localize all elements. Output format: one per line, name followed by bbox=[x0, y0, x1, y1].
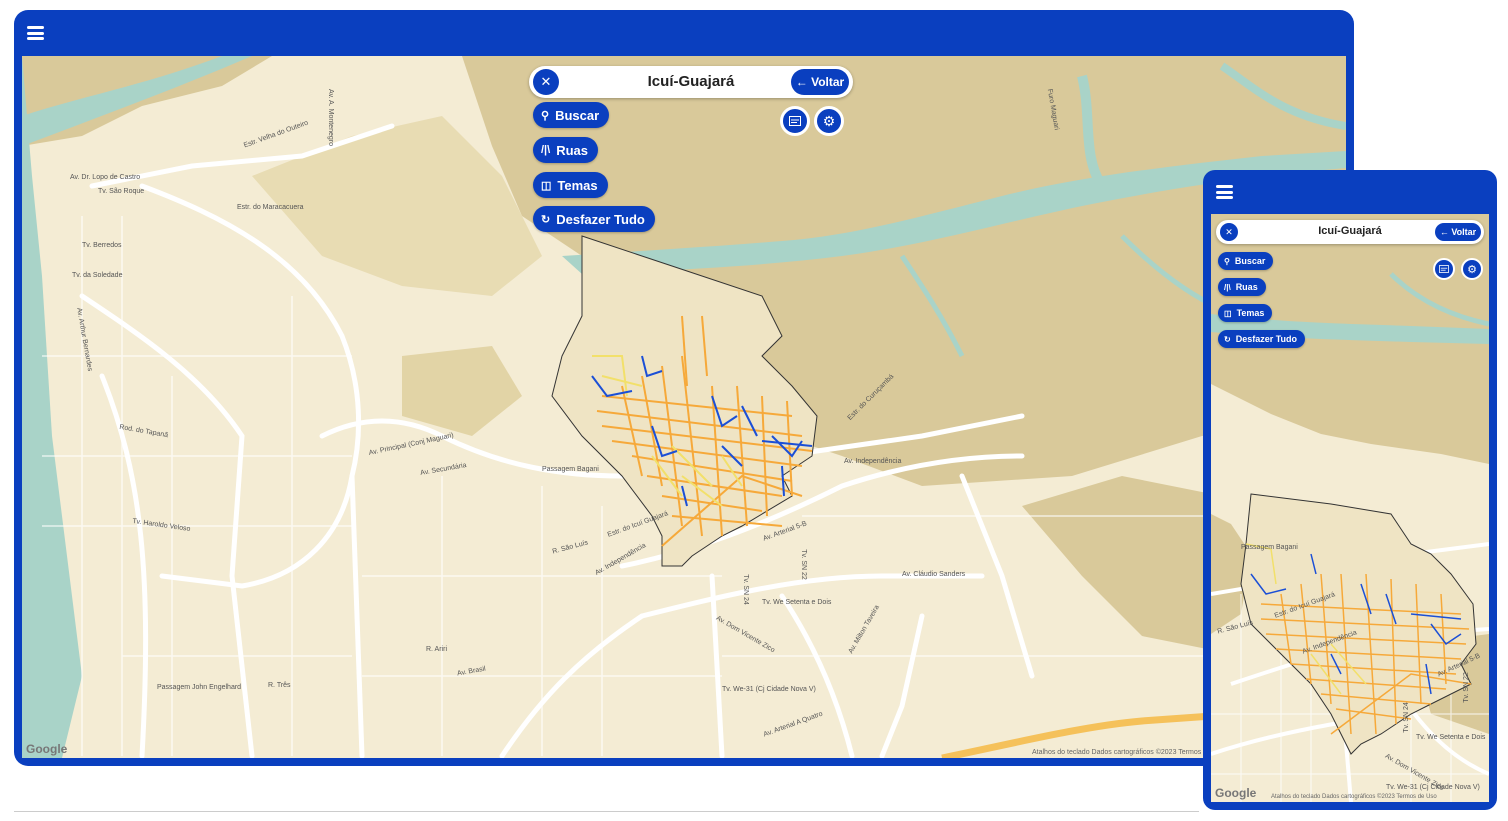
map-label: Av. Cláudio Sanders bbox=[902, 571, 966, 578]
undo-all-button-label: Desfazer Tudo bbox=[556, 211, 645, 227]
map-canvas[interactable]: Estr. Velha do Outeiro Av. A. Montenegro… bbox=[22, 56, 1346, 758]
themes-button-label: Temas bbox=[557, 177, 598, 193]
map-label: Tv. SN 24 bbox=[1402, 702, 1410, 733]
search-button-label: Buscar bbox=[1234, 256, 1266, 266]
legend-icon bbox=[1439, 265, 1449, 273]
top-bar bbox=[14, 10, 1354, 56]
themes-button-label: Temas bbox=[1236, 308, 1265, 318]
streets-button-label: Ruas bbox=[1235, 282, 1258, 292]
undo-all-button-label: Desfazer Tudo bbox=[1235, 334, 1298, 344]
map-graphics bbox=[22, 56, 1346, 758]
layers-icon: ◫ bbox=[541, 179, 552, 192]
mobile-frame: Passagem Bagani Av. Independência R. São… bbox=[1203, 170, 1497, 810]
search-button-label: Buscar bbox=[555, 107, 600, 123]
legend-button[interactable] bbox=[1433, 258, 1455, 280]
google-logo: Google bbox=[1215, 786, 1257, 800]
place-header: ✕ Icuí-Guajará ← Voltar bbox=[529, 66, 853, 98]
search-icon: ⚲ bbox=[541, 109, 550, 122]
map-attribution[interactable]: Atalhos do teclado Dados cartográficos ©… bbox=[1032, 749, 1225, 756]
gear-icon: ⚙ bbox=[822, 112, 836, 129]
back-button[interactable]: ← Voltar bbox=[791, 69, 849, 95]
settings-button[interactable]: ⚙ bbox=[814, 106, 844, 136]
search-button[interactable]: ⚲ Buscar bbox=[1218, 252, 1274, 270]
search-button[interactable]: ⚲ Buscar bbox=[533, 102, 610, 128]
streets-button[interactable]: /|\ Ruas bbox=[533, 137, 598, 163]
map-label: Tv. Berredos bbox=[82, 242, 122, 249]
undo-icon: ↻ bbox=[541, 213, 551, 226]
google-logo: Google bbox=[26, 742, 68, 756]
map-label: Av. Independência bbox=[844, 458, 902, 465]
legend-button[interactable] bbox=[780, 106, 810, 136]
back-button-label: Voltar bbox=[811, 75, 845, 89]
map-attribution[interactable]: Atalhos do teclado Dados cartográficos ©… bbox=[1271, 794, 1437, 800]
settings-button[interactable]: ⚙ bbox=[1461, 258, 1483, 280]
divider bbox=[14, 811, 1199, 812]
place-header: ✕ Icuí-Guajará ← Voltar bbox=[1216, 220, 1484, 244]
map-label: R. Ariri bbox=[426, 646, 447, 653]
layers-icon: ◫ bbox=[1224, 308, 1232, 318]
desktop-frame: Estr. Velha do Outeiro Av. A. Montenegro… bbox=[14, 10, 1354, 766]
legend-icon bbox=[789, 116, 801, 126]
road-icon: /|\ bbox=[541, 144, 551, 156]
map-label: Tv. da Soledade bbox=[72, 272, 123, 279]
map-graphics bbox=[1211, 214, 1489, 802]
map-label: R. Três bbox=[268, 682, 291, 689]
map-label: Tv. SN 22 bbox=[1462, 672, 1470, 703]
undo-all-button[interactable]: ↻ Desfazer Tudo bbox=[533, 206, 655, 232]
map-label: Tv. We-31 (Cj Cidade Nova V) bbox=[722, 686, 816, 693]
map-label: Av. A. Montenegro bbox=[326, 89, 334, 146]
map-label: Av. Dr. Lopo de Castro bbox=[70, 174, 141, 181]
themes-button[interactable]: ◫ Temas bbox=[1218, 304, 1273, 322]
arrow-left-icon: ← bbox=[795, 75, 812, 89]
search-icon: ⚲ bbox=[1224, 256, 1230, 266]
map-label: Passagem John Engelhard bbox=[157, 684, 242, 691]
streets-button[interactable]: /|\ Ruas bbox=[1218, 278, 1266, 296]
map-canvas[interactable]: Passagem Bagani Av. Independência R. São… bbox=[1211, 214, 1489, 802]
map-label: Tv. São Roque bbox=[98, 188, 145, 195]
undo-all-button[interactable]: ↻ Desfazer Tudo bbox=[1218, 330, 1306, 348]
map-label: Passagem Bagani bbox=[1241, 544, 1298, 551]
undo-icon: ↻ bbox=[1224, 334, 1231, 344]
menu-icon[interactable] bbox=[1216, 185, 1233, 199]
arrow-left-icon: ← bbox=[1439, 227, 1452, 237]
back-button[interactable]: ← Voltar bbox=[1435, 223, 1481, 241]
gear-icon: ⚙ bbox=[1467, 263, 1477, 276]
map-label: Estr. do Maracacuera bbox=[237, 204, 304, 211]
map-label: Tv. SN 24 bbox=[741, 574, 749, 605]
map-label: Tv. We-31 (Cj Cidade Nova V) bbox=[1386, 784, 1480, 791]
map-label: Tv. We Setenta e Dois bbox=[762, 599, 832, 606]
road-icon: /|\ bbox=[1224, 282, 1231, 292]
map-label: Tv. SN 22 bbox=[799, 549, 807, 580]
themes-button[interactable]: ◫ Temas bbox=[533, 172, 608, 198]
map-label: Tv. We Setenta e Dois bbox=[1416, 734, 1486, 741]
menu-icon[interactable] bbox=[27, 26, 44, 40]
streets-button-label: Ruas bbox=[556, 142, 588, 158]
top-bar bbox=[1203, 170, 1497, 214]
back-button-label: Voltar bbox=[1451, 227, 1477, 237]
map-label: Passagem Bagani bbox=[542, 466, 599, 473]
